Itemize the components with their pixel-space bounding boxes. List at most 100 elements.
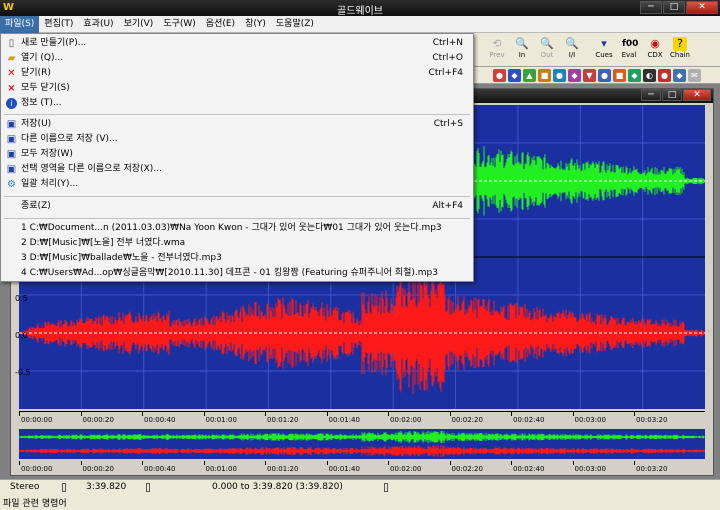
menu-view[interactable]: 보기(V): [119, 16, 159, 33]
menu-recent-4[interactable]: 4 C:₩Users₩Ad...op₩싱글음악₩[2010.11.30] 데프콘…: [1, 266, 473, 281]
info-icon: i: [6, 98, 17, 109]
cdx-icon: ◉: [650, 37, 660, 50]
overview-waveform[interactable]: [18, 429, 705, 459]
menu-new-shortcut: Ctrl+N: [432, 38, 463, 48]
status-length: 3:39.820: [86, 482, 127, 492]
menu-window[interactable]: 창(Y): [240, 16, 271, 33]
ruler-tick: [142, 412, 143, 416]
effect-icon-12[interactable]: ●: [658, 69, 671, 82]
ruler-tick: [449, 412, 451, 416]
menu-save-as-label: 다른 이름으로 저장 (V)...: [21, 134, 118, 144]
menu-save-as[interactable]: ▣ 다른 이름으로 저장 (V)...: [1, 132, 473, 147]
menu-info[interactable]: i 정보 (T)...: [1, 96, 473, 111]
menu-close[interactable]: ✕ 닫기(R) Ctrl+F4: [1, 66, 473, 81]
menu-recent-2[interactable]: 2 D:₩[Music]₩[노을] 전부 너였다.wma: [1, 236, 473, 251]
status-bar: Stereo 3:39.820 0.000 to 3:39.820 (3:39.…: [0, 479, 720, 494]
effect-icon-13[interactable]: ◆: [673, 69, 686, 82]
status-channels: Stereo: [10, 482, 40, 492]
menu-edit[interactable]: 편집(T): [39, 16, 78, 33]
close-button[interactable]: ✕: [686, 1, 718, 14]
ruler-tick-label: 00:00:40: [144, 416, 176, 424]
menu-separator: [4, 218, 470, 219]
cues-label: Cues: [595, 51, 613, 59]
menu-exit[interactable]: 종료(Z) Alt+F4: [1, 199, 473, 214]
effect-icon-1[interactable]: ●: [493, 69, 506, 82]
cues-button[interactable]: ▾ Cues: [592, 36, 616, 64]
ruler-tick: [80, 412, 82, 416]
effect-icon-3[interactable]: ▲: [523, 69, 536, 82]
effect-icon-9[interactable]: ■: [613, 69, 626, 82]
zoom-full-button[interactable]: 🔍 I/I: [560, 36, 584, 64]
cdx-button[interactable]: ◉ CDX: [643, 36, 667, 64]
ruler-tick-label: 00:03:00: [574, 465, 606, 473]
menu-options[interactable]: 옵션(E): [201, 16, 240, 33]
menu-open-shortcut: Ctrl+O: [432, 53, 463, 63]
menu-help[interactable]: 도움말(Z): [271, 16, 319, 33]
time-ruler[interactable]: 00:00:00 00:00:20 00:00:40 00:01:00 00:01:20…: [19, 411, 705, 425]
menu-tools[interactable]: 도구(W): [158, 16, 200, 33]
menu-new[interactable]: ▯ 새로 만들기(P)... Ctrl+N: [1, 36, 473, 51]
menu-exit-label: 종료(Z): [21, 201, 51, 211]
menu-new-label: 새로 만들기(P)...: [21, 38, 87, 48]
ruler-tick: [449, 461, 451, 465]
menu-open[interactable]: ▰ 열기 (Q)... Ctrl+O: [1, 51, 473, 66]
effect-icon-10[interactable]: ◆: [628, 69, 641, 82]
ruler-tick: [511, 461, 512, 465]
menu-recent-1[interactable]: 1 C:₩Document...n (2011.03.03)₩Na Yoon K…: [1, 221, 473, 236]
minimize-button[interactable]: ─: [640, 1, 662, 14]
close-all-icon: ⨯: [7, 83, 16, 94]
effect-icon-5[interactable]: ●: [553, 69, 566, 82]
menu-separator: [4, 196, 470, 197]
menu-recent-3[interactable]: 3 D:₩[Music]₩ballade₩노을 - 전부너였다.mp3: [1, 251, 473, 266]
menu-recent-1-label: 1 C:₩Document...n (2011.03.03)₩Na Yoon K…: [21, 223, 442, 233]
maximize-button[interactable]: □: [663, 1, 685, 14]
eval-button[interactable]: f00 Eval: [617, 36, 641, 64]
menu-exit-shortcut: Alt+F4: [432, 201, 463, 211]
overview-left-channel: [18, 430, 705, 444]
effect-icon-8[interactable]: ●: [598, 69, 611, 82]
zoom-out-button[interactable]: 🔍 Out: [535, 36, 559, 64]
menu-save-selection[interactable]: ▣ 선택 영역을 다른 이름으로 저장(X)...: [1, 162, 473, 177]
status-separator: [384, 483, 388, 492]
menu-file[interactable]: 파일(S): [0, 16, 40, 33]
ruler-tick: [388, 461, 389, 465]
effect-icon-4[interactable]: ■: [538, 69, 551, 82]
sound-maximize-button[interactable]: □: [662, 89, 682, 101]
menu-save-shortcut: Ctrl+S: [433, 119, 463, 129]
ruler-tick: [19, 412, 20, 416]
ruler-tick: [511, 412, 512, 416]
effect-icon-11[interactable]: ◐: [643, 69, 656, 82]
prev-button[interactable]: ⟲ Prev: [485, 36, 509, 64]
menu-save[interactable]: ▣ 저장(U) Ctrl+S: [1, 117, 473, 132]
mail-icon[interactable]: ✉: [688, 69, 701, 82]
window-title: 골드웨이브: [337, 6, 383, 17]
ruler-tick: [19, 461, 20, 465]
zoom-in-button[interactable]: 🔍 In: [510, 36, 534, 64]
open-folder-icon: ▰: [7, 53, 16, 64]
ruler-tick-label: 00:02:20: [451, 465, 483, 473]
chain-button[interactable]: ? Chain: [668, 36, 692, 64]
new-file-icon: ▯: [8, 38, 15, 49]
menu-close-all[interactable]: ⨯ 모두 닫기(S): [1, 81, 473, 96]
menu-separator: [4, 114, 470, 115]
ruler-tick-label: 00:00:20: [82, 465, 114, 473]
sound-minimize-button[interactable]: ─: [641, 89, 661, 101]
menu-save-all[interactable]: ▣ 모두 저장(W): [1, 147, 473, 162]
y-label-zero: 0.0: [15, 331, 28, 340]
effect-icon-2[interactable]: ◆: [508, 69, 521, 82]
ruler-tick-label: 00:03:20: [636, 416, 668, 424]
menu-batch[interactable]: ⚙ 일괄 처리(Y)...: [1, 177, 473, 192]
zoom-out-icon: 🔍: [540, 37, 554, 50]
cues-icon: ▾: [601, 37, 607, 50]
effect-icon-6[interactable]: ◆: [568, 69, 581, 82]
zoom-full-icon: 🔍: [565, 37, 579, 50]
effect-icon-7[interactable]: ▼: [583, 69, 596, 82]
status-selection: 0.000 to 3:39.820 (3:39.820): [212, 482, 343, 492]
menu-recent-2-label: 2 D:₩[Music]₩[노을] 전부 너였다.wma: [21, 238, 186, 248]
overview-ruler[interactable]: 00:00:00 00:00:20 00:00:40 00:01:00 00:01:20…: [19, 461, 705, 473]
ruler-tick-label: 00:02:00: [390, 465, 422, 473]
eval-icon: f00: [622, 39, 639, 49]
menu-save-all-label: 모두 저장(W): [21, 149, 73, 159]
sound-close-button[interactable]: ✕: [683, 89, 711, 101]
menu-effects[interactable]: 효과(U): [78, 16, 118, 33]
